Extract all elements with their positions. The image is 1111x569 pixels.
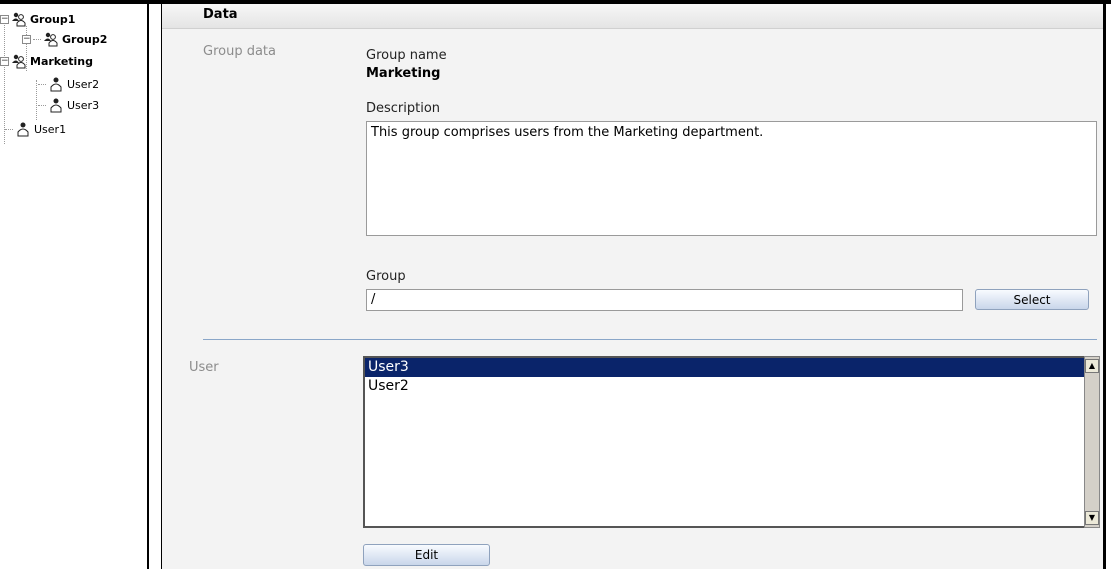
collapse-icon[interactable]: − — [22, 34, 31, 44]
detail-panel: Data Group data Group name Marketing Des… — [162, 4, 1103, 569]
description-label: Description — [366, 101, 441, 116]
tree-node-label: Group1 — [30, 12, 76, 26]
collapse-icon[interactable]: − — [0, 56, 9, 66]
tree-node-user3[interactable]: User3 — [38, 95, 99, 115]
edit-button[interactable]: Edit — [363, 544, 490, 566]
tree-node-group1[interactable]: − Group1 — [0, 9, 75, 29]
group-icon — [12, 12, 26, 27]
tree-node-label: User2 — [67, 77, 100, 91]
tree-connector — [5, 128, 13, 130]
group-data-section-label: Group data — [203, 44, 276, 59]
panel-gap — [149, 4, 161, 569]
description-textarea[interactable]: This group comprises users from the Mark… — [366, 121, 1097, 236]
listbox-scrollbar[interactable]: ▲ ▼ — [1084, 356, 1100, 528]
section-header: Data — [162, 4, 1103, 29]
tree-connector — [38, 83, 46, 85]
user-icon — [50, 77, 62, 92]
group-name-value: Marketing — [366, 66, 441, 81]
tree-connector — [38, 104, 46, 106]
tree-node-user1[interactable]: User1 — [5, 119, 66, 139]
scroll-down-arrow-icon[interactable]: ▼ — [1085, 511, 1099, 525]
tree-guide-line — [36, 80, 37, 120]
scroll-up-arrow-icon[interactable]: ▲ — [1085, 359, 1099, 373]
user-listbox[interactable]: User3 User2 — [363, 356, 1086, 528]
tree-node-label: Group2 — [62, 32, 108, 46]
group-name-label: Group name — [366, 48, 447, 63]
tree-node-label: User1 — [34, 122, 67, 136]
user-icon — [17, 122, 29, 137]
section-separator — [203, 339, 1097, 340]
tree-connector — [33, 38, 41, 40]
tree-node-group2[interactable]: − Group2 — [22, 29, 107, 49]
tree-node-label: Marketing — [30, 54, 94, 68]
group-icon — [44, 32, 58, 47]
collapse-icon[interactable]: − — [0, 14, 9, 24]
group-tree: − Group1 − Group2 − Marketing User2 User… — [0, 4, 147, 569]
tree-node-marketing[interactable]: − Marketing — [0, 51, 93, 71]
tree-node-user2[interactable]: User2 — [38, 74, 99, 94]
list-item[interactable]: User2 — [365, 377, 1084, 396]
section-title: Data — [203, 7, 238, 22]
group-icon — [12, 54, 26, 69]
user-icon — [50, 98, 62, 113]
user-section-label: User — [189, 360, 219, 375]
select-button[interactable]: Select — [975, 289, 1089, 310]
group-path-input[interactable]: / — [366, 289, 963, 311]
tree-node-label: User3 — [67, 98, 100, 112]
list-item[interactable]: User3 — [365, 358, 1084, 377]
group-label: Group — [366, 269, 406, 284]
